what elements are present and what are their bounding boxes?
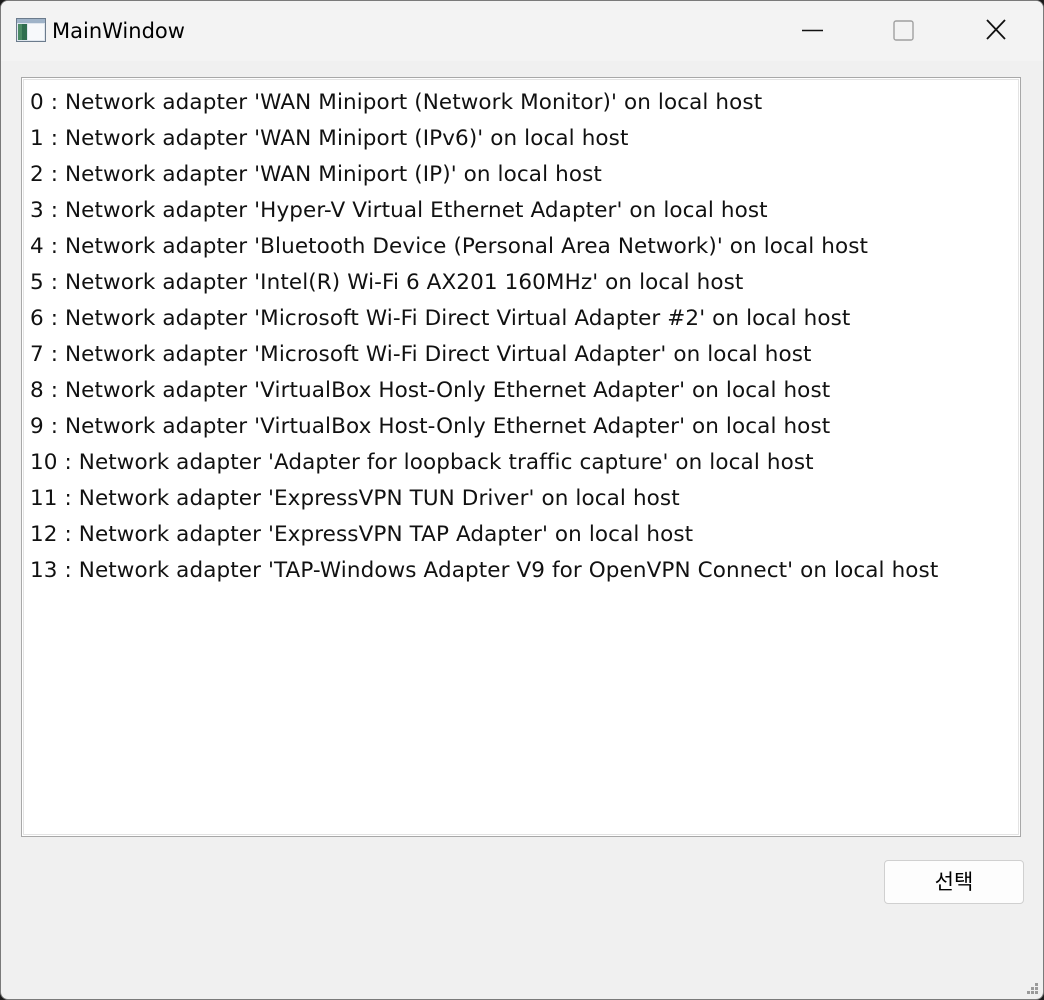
adapter-list: 0 : Network adapter 'WAN Miniport (Netwo…	[30, 85, 938, 589]
minimize-button[interactable]	[767, 1, 859, 61]
list-item[interactable]: 12 : Network adapter 'ExpressVPN TAP Ada…	[30, 517, 938, 553]
adapter-listbox[interactable]: 0 : Network adapter 'WAN Miniport (Netwo…	[21, 77, 1021, 837]
list-item[interactable]: 5 : Network adapter 'Intel(R) Wi-Fi 6 AX…	[30, 265, 938, 301]
list-item[interactable]: 10 : Network adapter 'Adapter for loopba…	[30, 445, 938, 481]
close-icon	[986, 19, 1006, 40]
main-window: MainWindow 0 : Network adapter 'WAN Mini…	[0, 0, 1044, 1000]
resize-grip-icon[interactable]	[1023, 979, 1039, 995]
list-item[interactable]: 7 : Network adapter 'Microsoft Wi-Fi Dir…	[30, 337, 938, 373]
maximize-button[interactable]	[859, 1, 951, 61]
window-title: MainWindow	[52, 19, 185, 43]
maximize-icon	[893, 20, 914, 41]
select-button[interactable]: 선택	[884, 860, 1024, 904]
title-bar[interactable]: MainWindow	[1, 1, 1043, 61]
list-item[interactable]: 9 : Network adapter 'VirtualBox Host-Onl…	[30, 409, 938, 445]
list-item[interactable]: 13 : Network adapter 'TAP-Windows Adapte…	[30, 553, 938, 589]
list-item[interactable]: 1 : Network adapter 'WAN Miniport (IPv6)…	[30, 121, 938, 157]
list-item[interactable]: 3 : Network adapter 'Hyper-V Virtual Eth…	[30, 193, 938, 229]
app-window-icon	[16, 18, 46, 42]
minimize-icon	[802, 29, 823, 32]
close-button[interactable]	[951, 1, 1043, 61]
list-item[interactable]: 4 : Network adapter 'Bluetooth Device (P…	[30, 229, 938, 265]
list-item[interactable]: 11 : Network adapter 'ExpressVPN TUN Dri…	[30, 481, 938, 517]
list-item[interactable]: 2 : Network adapter 'WAN Miniport (IP)' …	[30, 157, 938, 193]
list-item[interactable]: 0 : Network adapter 'WAN Miniport (Netwo…	[30, 85, 938, 121]
list-item[interactable]: 8 : Network adapter 'VirtualBox Host-Onl…	[30, 373, 938, 409]
list-item[interactable]: 6 : Network adapter 'Microsoft Wi-Fi Dir…	[30, 301, 938, 337]
